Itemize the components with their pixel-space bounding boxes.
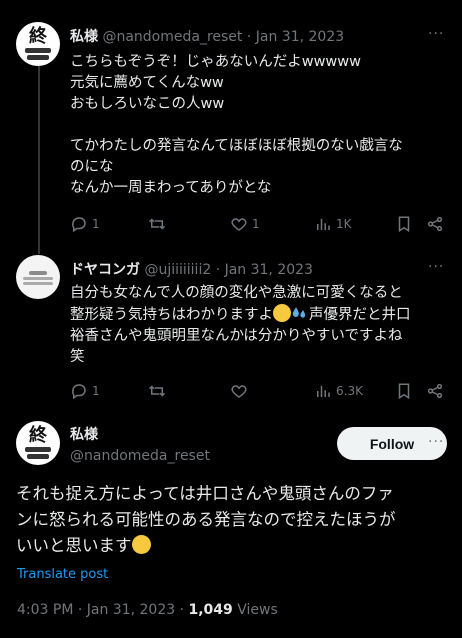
heart-icon (231, 218, 247, 231)
reply-button[interactable]: 1 (70, 215, 100, 233)
like-count: 1 (252, 217, 260, 231)
share-button[interactable] (426, 382, 448, 400)
grinning-sweat-emoji-icon (273, 304, 291, 322)
text-line: おもしろいなこの人ww (70, 96, 225, 112)
avatar[interactable]: 終 (16, 22, 60, 66)
sweat-drops-emoji-icon (292, 307, 306, 318)
handle[interactable]: @nandomeda_reset (102, 29, 242, 45)
grinning-sweat-emoji-icon (131, 535, 151, 554)
views-chart-icon (317, 218, 330, 230)
views-label: Views (232, 602, 278, 618)
avatar-bar (24, 48, 52, 53)
tweet-text: 自分も女なんで人の顔の変化や急激に可愛くなると 整形疑う気持ちはわかりますよ 声優… (70, 283, 411, 368)
display-name[interactable]: 私様 (70, 29, 98, 45)
views-button[interactable]: 6.3K (314, 382, 363, 400)
avatar[interactable]: 終 (16, 421, 60, 465)
text-line: ンに怒られる可能性のある発言なので控えたほうが (16, 510, 396, 529)
avatar-glyph: 終 (29, 26, 47, 47)
avatar-bar (22, 282, 54, 285)
tweet-header: ドヤコンガ @ujiiiiiiii2 · Jan 31, 2023 (70, 261, 313, 279)
avatar-glyph: 終 (29, 425, 47, 446)
more-dots-icon[interactable]: ··· (428, 259, 444, 275)
reply-icon (72, 217, 86, 233)
bookmark-button[interactable] (395, 215, 417, 233)
text-line: こちらもぞうぞ！じゃあないんだよwwwww (70, 54, 362, 70)
text-line: のにな (70, 159, 114, 175)
avatar-bar (24, 447, 52, 452)
tweet-1[interactable]: 終 私様 @nandomeda_reset · Jan 31, 2023 ···… (0, 0, 462, 250)
text-segment: 整形疑う気持ちはわかりますよ (70, 307, 273, 323)
view-count: 6.3K (336, 384, 363, 398)
share-icon (427, 216, 443, 232)
avatar-bar (22, 277, 54, 280)
text-line: いいと思います (16, 533, 396, 559)
text-segment: いいと思います (16, 536, 132, 555)
share-icon (427, 383, 443, 399)
post-time[interactable]: 4:03 PM · Jan 31, 2023 · (17, 602, 189, 618)
tweet-header: 私様 @nandomeda_reset · Jan 31, 2023 (70, 28, 344, 46)
post-meta: 4:03 PM · Jan 31, 2023 · 1,049 Views (17, 602, 278, 618)
views-button[interactable]: 1K (314, 215, 352, 233)
text-line (70, 115, 403, 136)
text-line: 裕香さんや鬼頭明里なんかは分かりやすいですよね (70, 328, 403, 344)
action-bar: 1 6.3K (70, 382, 450, 402)
avatar[interactable] (16, 255, 60, 299)
avatar-bar (27, 454, 49, 459)
text-line: 元気に薦めてくんなww (70, 75, 224, 91)
text-line: 笑 (70, 349, 85, 365)
retweet-icon (148, 218, 166, 230)
timestamp[interactable]: · Jan 31, 2023 (247, 29, 344, 45)
view-count: 1K (336, 217, 352, 231)
share-button[interactable] (426, 215, 448, 233)
more-dots-icon[interactable]: ··· (428, 434, 444, 450)
reply-count: 1 (92, 384, 100, 398)
bookmark-icon (398, 216, 410, 233)
translate-link[interactable]: Translate post (17, 567, 108, 582)
bookmark-icon (398, 383, 410, 400)
display-name[interactable]: 私様 (70, 426, 210, 444)
retweet-icon (148, 385, 166, 397)
bookmark-button[interactable] (395, 382, 417, 400)
handle[interactable]: @nandomeda_reset (70, 447, 210, 465)
reply-icon (72, 384, 86, 400)
display-name[interactable]: ドヤコンガ (70, 262, 140, 278)
text-line: 整形疑う気持ちはわかりますよ 声優界だと井口 (70, 304, 411, 326)
avatar-bar (29, 271, 47, 275)
views-chart-icon (317, 385, 330, 397)
main-tweet-header: 私様 @nandomeda_reset (70, 426, 210, 465)
tweet-text: こちらもぞうぞ！じゃあないんだよwwwww 元気に薦めてくんなww おもしろいな… (70, 52, 403, 199)
text-segment: 声優界だと井口 (309, 307, 411, 323)
views-count: 1,049 (188, 602, 233, 618)
like-button[interactable]: 1 (230, 215, 260, 233)
text-line: なんか一周まわってありがとな (70, 180, 272, 196)
tweet-2[interactable]: ドヤコンガ @ujiiiiiiii2 · Jan 31, 2023 ··· 自分… (0, 250, 462, 410)
reply-button[interactable]: 1 (70, 382, 100, 400)
action-bar: 1 1 1K (70, 215, 450, 235)
heart-icon (231, 385, 247, 398)
main-tweet-text: それも捉え方によっては井口さんや鬼頭さんのファ ンに怒られる可能性のある発言なの… (16, 481, 396, 559)
text-line: それも捉え方によっては井口さんや鬼頭さんのファ (16, 484, 394, 503)
text-line: 自分も女なんで人の顔の変化や急激に可愛くなると (70, 285, 403, 301)
avatar-bar (27, 55, 49, 60)
handle[interactable]: @ujiiiiiiii2 · Jan 31, 2023 (144, 262, 313, 278)
like-button[interactable] (230, 382, 252, 400)
retweet-button[interactable] (148, 215, 170, 233)
more-dots-icon[interactable]: ··· (428, 26, 444, 42)
reply-count: 1 (92, 217, 100, 231)
text-line: てかわたしの発言なんてほぼほぼ根拠のない戯言な (70, 138, 403, 154)
retweet-button[interactable] (148, 382, 170, 400)
